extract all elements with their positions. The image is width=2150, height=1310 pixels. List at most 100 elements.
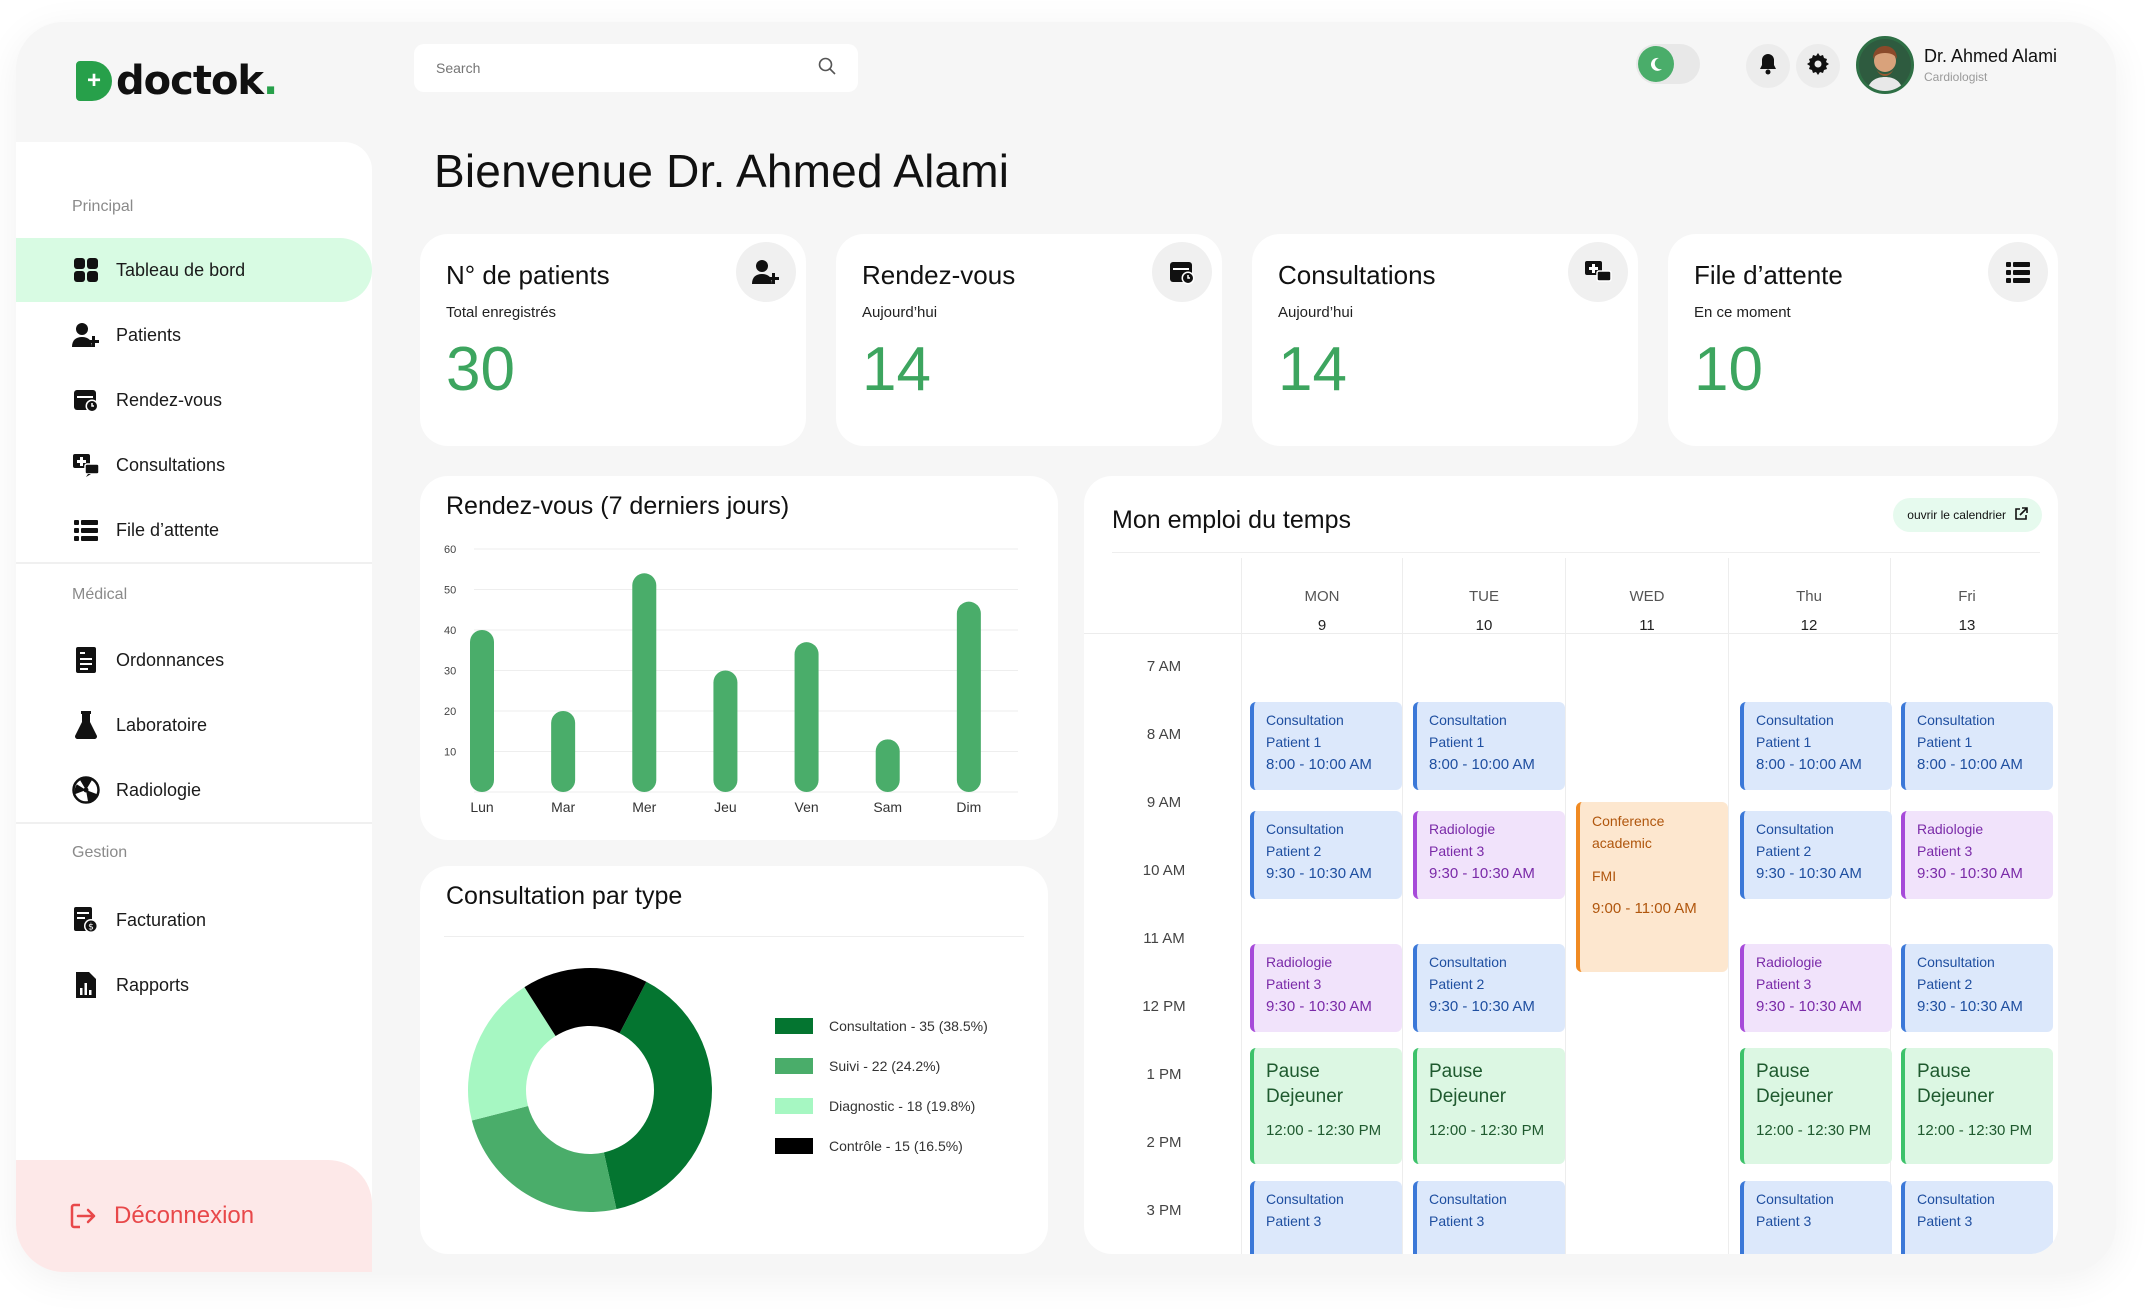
event-consultation[interactable]: Consultation Patient 3	[1901, 1181, 2053, 1254]
donut-chart	[468, 968, 712, 1212]
event-type: Consultation	[1266, 821, 1344, 837]
legend-swatch	[775, 1098, 813, 1114]
consultation-icon	[72, 451, 100, 479]
avatar[interactable]	[1856, 36, 1914, 94]
sidebar-item-dashboard[interactable]: Tableau de bord	[16, 238, 372, 302]
stat-title: N° de patients	[446, 260, 610, 290]
radiation-icon	[72, 776, 100, 804]
logo-area: + doctok.	[16, 22, 372, 142]
legend-swatch	[775, 1018, 813, 1034]
event-patient: Patient 3	[1917, 1212, 1973, 1229]
event-type: Conference	[1592, 813, 1665, 829]
x-tick-label: Lun	[470, 799, 493, 815]
event-consultation[interactable]: Consultation Patient 1 8:00 - 10:00 AM	[1413, 702, 1565, 790]
event-patient: Patient 3	[1266, 975, 1322, 992]
brand-name: doctok.	[116, 58, 278, 104]
day-name: MON	[1304, 588, 1340, 605]
event-consultation[interactable]: Consultation Patient 2 9:30 - 10:30 AM	[1413, 944, 1565, 1032]
prescription-icon	[72, 646, 100, 674]
sidebar-item-patients[interactable]: Patients	[16, 303, 372, 367]
time-label: 2 PM	[1146, 1134, 1182, 1151]
stat-title: Consultations	[1278, 260, 1436, 290]
event-lunch-break[interactable]: Pause Dejeuner 12:00 - 12:30 PM	[1901, 1048, 2053, 1164]
event-consultation[interactable]: Consultation Patient 3	[1740, 1181, 1892, 1254]
event-patient: Patient 2	[1429, 975, 1485, 992]
stat-card-queue[interactable]: File d’attente En ce moment 10	[1668, 234, 2058, 446]
event-time: 9:30 - 10:30 AM	[1429, 998, 1535, 1016]
event-time: 9:30 - 10:30 AM	[1917, 865, 2023, 883]
event-consultation[interactable]: Consultation Patient 2 9:30 - 10:30 AM	[1740, 811, 1892, 899]
time-label: 8 AM	[1146, 726, 1182, 743]
sidebar-item-laboratory[interactable]: Laboratoire	[16, 693, 372, 757]
theme-toggle[interactable]	[1636, 44, 1700, 84]
event-time: 9:30 - 10:30 AM	[1756, 865, 1862, 883]
open-calendar-label: ouvrir le calendrier	[1907, 508, 2006, 522]
stat-card-appointments[interactable]: Rendez-vous Aujourd’hui 14	[836, 234, 1222, 446]
search-box[interactable]	[414, 44, 858, 92]
search-input[interactable]	[436, 60, 796, 76]
event-consultation[interactable]: Consultation Patient 1 8:00 - 10:00 AM	[1250, 702, 1402, 790]
logo[interactable]: + doctok.	[76, 58, 278, 104]
flask-icon	[72, 711, 100, 739]
event-lunch-break[interactable]: Pause Dejeuner 12:00 - 12:30 PM	[1740, 1048, 1892, 1164]
sidebar-item-consultations[interactable]: Consultations	[16, 433, 372, 497]
event-conference[interactable]: Conference academic FMI 9:00 - 11:00 AM	[1576, 802, 1728, 972]
sidebar-item-label: Radiologie	[116, 779, 202, 800]
event-patient: Patient 1	[1917, 733, 1973, 750]
day-header-fri[interactable]: Fri 13	[1897, 588, 2037, 634]
search-icon[interactable]	[818, 57, 836, 80]
sidebar-item-appointments[interactable]: Rendez-vous	[16, 368, 372, 432]
time-label: 10 AM	[1142, 862, 1186, 879]
dashboard-icon	[72, 256, 100, 284]
event-type: Radiologie	[1429, 821, 1496, 837]
consultation-icon[interactable]	[1568, 242, 1628, 302]
event-radiology[interactable]: Radiologie Patient 3 9:30 - 10:30 AM	[1413, 811, 1565, 899]
sidebar-item-billing[interactable]: $ Facturation	[16, 888, 372, 952]
day-header-tue[interactable]: TUE 10	[1414, 588, 1554, 634]
notifications-button[interactable]	[1746, 44, 1790, 88]
stat-card-patients[interactable]: N° de patients Total enregistrés 30	[420, 234, 806, 446]
sidebar-item-label: Tableau de bord	[116, 259, 246, 280]
sidebar-item-reports[interactable]: Rapports	[16, 953, 372, 1017]
open-calendar-button[interactable]: ouvrir le calendrier	[1893, 498, 2042, 532]
event-consultation[interactable]: Consultation Patient 2 9:30 - 10:30 AM	[1250, 811, 1402, 899]
user-plus-icon[interactable]	[736, 242, 796, 302]
stat-subtitle: En ce moment	[1694, 304, 1791, 321]
grid-line	[1402, 558, 1403, 1254]
event-patient: Patient 1	[1756, 733, 1812, 750]
sidebar-item-label: Facturation	[116, 909, 207, 930]
section-label-management: Gestion	[72, 844, 128, 861]
list-icon[interactable]	[1988, 242, 2048, 302]
logout-button[interactable]: Déconnexion	[16, 1160, 372, 1272]
stat-card-consultations[interactable]: Consultations Aujourd’hui 14	[1252, 234, 1638, 446]
calendar-clock-icon[interactable]	[1152, 242, 1212, 302]
sidebar-item-queue[interactable]: File d’attente	[16, 498, 372, 562]
event-consultation[interactable]: Consultation Patient 1 8:00 - 10:00 AM	[1901, 702, 2053, 790]
event-consultation[interactable]: Consultation Patient 1 8:00 - 10:00 AM	[1740, 702, 1892, 790]
event-radiology[interactable]: Radiologie Patient 3 9:30 - 10:30 AM	[1740, 944, 1892, 1032]
svg-text:$: $	[88, 923, 94, 933]
x-tick-label: Mer	[632, 799, 656, 815]
sidebar-item-radiology[interactable]: Radiologie	[16, 758, 372, 822]
event-radiology[interactable]: Radiologie Patient 3 9:30 - 10:30 AM	[1901, 811, 2053, 899]
day-header-wed[interactable]: WED 11	[1577, 588, 1717, 634]
event-lunch-break[interactable]: Pause Dejeuner 12:00 - 12:30 PM	[1250, 1048, 1402, 1164]
day-name: Fri	[1958, 588, 1976, 605]
event-consultation[interactable]: Consultation Patient 3	[1250, 1181, 1402, 1254]
external-link-icon	[2014, 506, 2028, 524]
day-header-mon[interactable]: MON 9	[1252, 588, 1392, 634]
settings-button[interactable]	[1796, 44, 1840, 88]
event-patient: Patient 2	[1756, 842, 1812, 859]
bar	[794, 642, 819, 792]
event-consultation[interactable]: Consultation Patient 2 9:30 - 10:30 AM	[1901, 944, 2053, 1032]
sidebar-item-label: Laboratoire	[116, 714, 208, 735]
event-patient: Patient 2	[1266, 842, 1322, 859]
event-radiology[interactable]: Radiologie Patient 3 9:30 - 10:30 AM	[1250, 944, 1402, 1032]
event-consultation[interactable]: Consultation Patient 3	[1413, 1181, 1565, 1254]
event-lunch-break[interactable]: Pause Dejeuner 12:00 - 12:30 PM	[1413, 1048, 1565, 1164]
event-time: 9:30 - 10:30 AM	[1429, 865, 1535, 883]
event-time: 12:00 - 12:30 PM	[1917, 1122, 2033, 1140]
section-label-principal: Principal	[72, 198, 134, 215]
day-header-thu[interactable]: Thu 12	[1739, 588, 1879, 634]
sidebar-item-prescriptions[interactable]: Ordonnances	[16, 628, 372, 692]
